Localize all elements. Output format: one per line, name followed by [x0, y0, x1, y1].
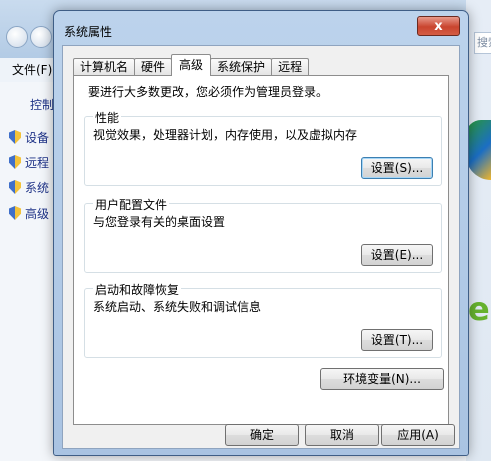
left-item-devices[interactable]: 设备	[9, 128, 49, 146]
startup-recovery-group: 启动和故障恢复 系统启动、系统失败和调试信息 设置(T)...	[84, 281, 442, 358]
left-item-label: 远程	[25, 155, 50, 170]
system-properties-dialog: 系统属性 x 计算机名 硬件 高级 系统保护 远程 要进行大多数更改，您必须作为…	[53, 10, 469, 456]
control-panel-link[interactable]: 控制	[30, 96, 54, 113]
background-left-pane: 控制 设备 远程 系统 高级	[0, 82, 60, 461]
group-description: 视觉效果，处理器计划，内存使用，以及虚拟内存	[93, 128, 358, 142]
shield-icon	[9, 206, 21, 220]
back-button[interactable]	[6, 26, 28, 48]
group-title: 性能	[93, 109, 122, 126]
search-input[interactable]: 搜索	[474, 32, 491, 54]
left-item-remote[interactable]: 远程	[9, 153, 49, 171]
environment-variables-button[interactable]: 环境变量(N)...	[320, 368, 444, 390]
shield-icon	[9, 155, 21, 169]
tab-computer-name[interactable]: 计算机名	[73, 58, 136, 76]
tab-advanced[interactable]: 高级	[171, 54, 212, 76]
close-button[interactable]: x	[417, 16, 460, 36]
background-right-pane	[466, 0, 491, 461]
user-profiles-group: 用户配置文件 与您登录有关的桌面设置 设置(E)...	[84, 196, 442, 273]
dialog-client-area: 计算机名 硬件 高级 系统保护 远程 要进行大多数更改，您必须作为管理员登录。 …	[62, 45, 460, 449]
left-item-label: 高级	[25, 206, 50, 221]
shield-icon	[9, 180, 21, 194]
left-item-label: 系统	[25, 180, 50, 195]
performance-group: 性能 视觉效果，处理器计划，内存使用，以及虚拟内存 设置(S)...	[84, 109, 442, 186]
forward-button[interactable]	[30, 26, 52, 48]
cancel-button[interactable]: 取消	[305, 424, 379, 446]
user-profiles-settings-button[interactable]: 设置(E)...	[361, 244, 433, 266]
left-item-advanced[interactable]: 高级	[9, 204, 49, 222]
advanced-tab-panel: 要进行大多数更改，您必须作为管理员登录。 性能 视觉效果，处理器计划，内存使用，…	[73, 75, 449, 425]
background-logo-text: e	[468, 290, 490, 328]
tab-system-protection[interactable]: 系统保护	[210, 58, 273, 76]
shield-icon	[9, 130, 21, 144]
tab-strip: 计算机名 硬件 高级 系统保护 远程	[73, 54, 310, 76]
group-description: 系统启动、系统失败和调试信息	[93, 300, 262, 314]
left-item-system[interactable]: 系统	[9, 178, 49, 196]
left-item-label: 设备	[25, 130, 50, 145]
performance-settings-button[interactable]: 设置(S)...	[361, 157, 433, 179]
admin-notice: 要进行大多数更改，您必须作为管理员登录。	[88, 85, 329, 99]
group-title: 启动和故障恢复	[93, 281, 182, 298]
apply-button[interactable]: 应用(A)	[381, 424, 455, 446]
menu-file[interactable]: 文件(F)	[12, 61, 52, 78]
dialog-title: 系统属性	[64, 25, 113, 39]
tab-hardware[interactable]: 硬件	[134, 58, 173, 76]
group-description: 与您登录有关的桌面设置	[93, 215, 226, 229]
close-icon: x	[434, 18, 443, 34]
ok-button[interactable]: 确定	[225, 424, 299, 446]
tab-remote[interactable]: 远程	[271, 58, 310, 76]
group-title: 用户配置文件	[93, 196, 170, 213]
startup-recovery-settings-button[interactable]: 设置(T)...	[361, 329, 433, 351]
